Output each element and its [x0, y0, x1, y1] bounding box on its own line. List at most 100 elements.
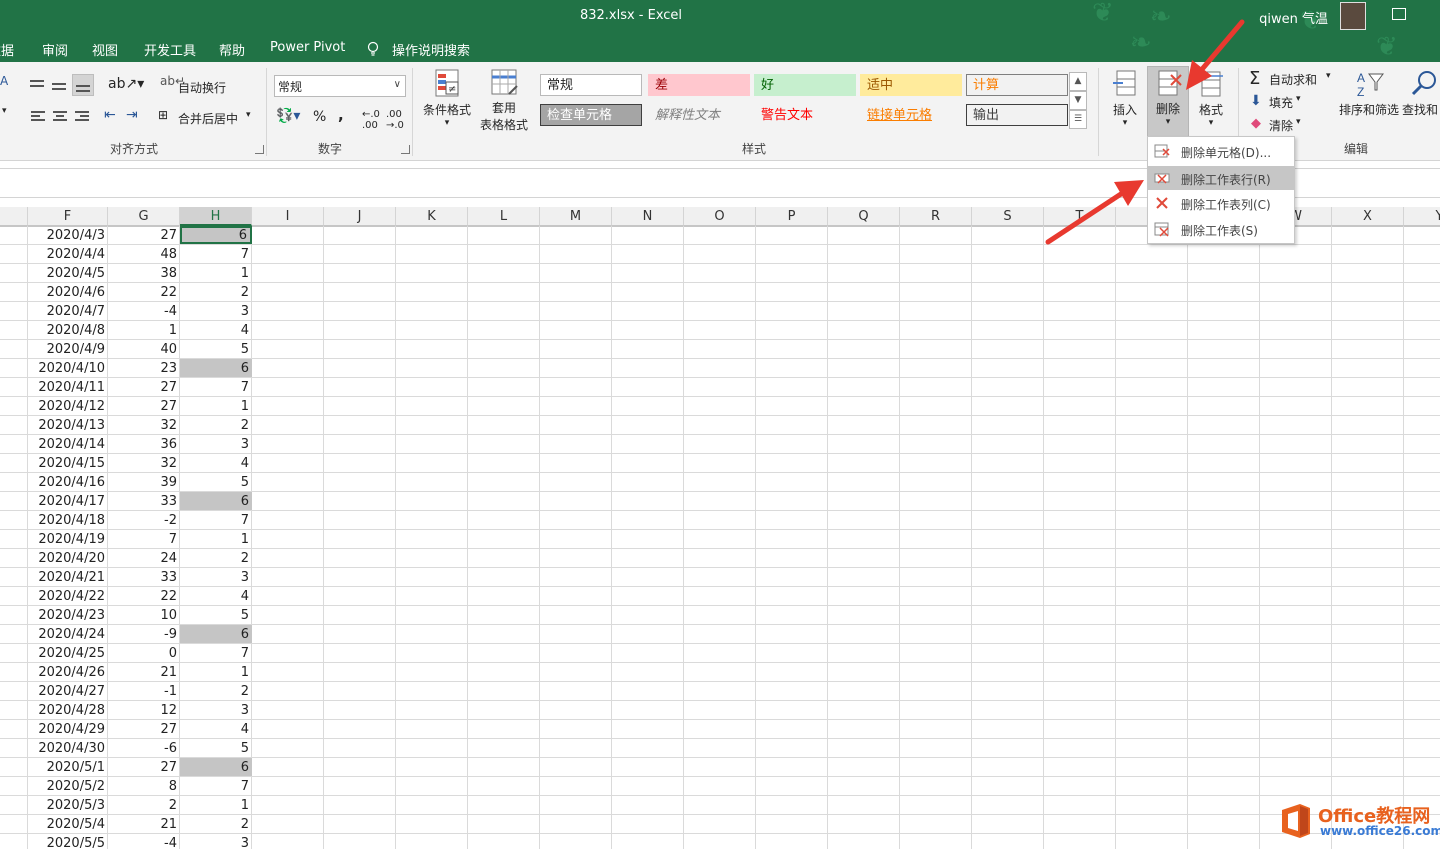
cell-date[interactable]: 2020/4/17: [28, 492, 108, 510]
cell-date[interactable]: 2020/4/6: [28, 283, 108, 301]
cell-group-number[interactable]: 4: [180, 587, 252, 605]
cell-value[interactable]: 23: [108, 359, 180, 377]
insert-cells-button[interactable]: 插入 ▾: [1106, 68, 1144, 138]
cell-group-number[interactable]: 4: [180, 454, 252, 472]
cell-value[interactable]: 21: [108, 663, 180, 681]
cell-value[interactable]: 36: [108, 435, 180, 453]
cell-value[interactable]: 33: [108, 568, 180, 586]
cell-date[interactable]: 2020/4/23: [28, 606, 108, 624]
tab-data[interactable]: 数据: [0, 40, 14, 59]
column-header-n[interactable]: N: [612, 207, 684, 226]
alignment-launcher-button[interactable]: [255, 145, 264, 154]
cell-date[interactable]: 2020/4/14: [28, 435, 108, 453]
sort-filter-button[interactable]: AZ 排序和筛选: [1338, 68, 1400, 138]
cell-date[interactable]: 2020/4/12: [28, 397, 108, 415]
cell-value[interactable]: -4: [108, 302, 180, 320]
cell-group-number[interactable]: 4: [180, 720, 252, 738]
cell-value[interactable]: 27: [108, 720, 180, 738]
chevron-down-icon[interactable]: ▾: [246, 110, 251, 120]
style-bad[interactable]: 差: [648, 74, 750, 96]
find-select-button[interactable]: 查找和: [1402, 68, 1440, 138]
cell-date[interactable]: 2020/4/21: [28, 568, 108, 586]
cell-group-number[interactable]: 7: [180, 245, 252, 263]
cell-group-number[interactable]: 3: [180, 435, 252, 453]
cell-date[interactable]: 2020/5/1: [28, 758, 108, 776]
cell-highlighted[interactable]: 6: [180, 492, 252, 510]
column-header-e[interactable]: [0, 207, 28, 226]
cell-date[interactable]: 2020/4/28: [28, 701, 108, 719]
tab-power-pivot[interactable]: Power Pivot: [270, 40, 345, 55]
tab-developer[interactable]: 开发工具: [144, 40, 196, 59]
cell-highlighted[interactable]: 6: [180, 226, 252, 244]
column-header-x[interactable]: X: [1332, 207, 1404, 226]
cell-group-number[interactable]: 5: [180, 606, 252, 624]
align-middle-button[interactable]: [52, 78, 68, 92]
tab-help[interactable]: 帮助: [219, 40, 245, 59]
cell-value[interactable]: -9: [108, 625, 180, 643]
cell-date[interactable]: 2020/4/24: [28, 625, 108, 643]
column-header-g[interactable]: G: [108, 207, 180, 226]
cell-value[interactable]: 32: [108, 454, 180, 472]
cell-value[interactable]: 27: [108, 226, 180, 244]
cell-group-number[interactable]: 7: [180, 777, 252, 795]
align-right-button[interactable]: [75, 110, 91, 124]
cell-group-number[interactable]: 2: [180, 416, 252, 434]
column-header-q[interactable]: Q: [828, 207, 900, 226]
column-header-p[interactable]: P: [756, 207, 828, 226]
cell-group-number[interactable]: 5: [180, 473, 252, 491]
cell-group-number[interactable]: 3: [180, 568, 252, 586]
conditional-formatting-button[interactable]: ≠ 条件格式 ▾: [420, 68, 474, 138]
cell-date[interactable]: 2020/4/25: [28, 644, 108, 662]
cell-date[interactable]: 2020/4/11: [28, 378, 108, 396]
cell-group-number[interactable]: 1: [180, 796, 252, 814]
cell-value[interactable]: 33: [108, 492, 180, 510]
cell-value[interactable]: 27: [108, 397, 180, 415]
cell-group-number[interactable]: 2: [180, 549, 252, 567]
decrease-indent-button[interactable]: ⇤: [104, 107, 116, 123]
cell-date[interactable]: 2020/5/2: [28, 777, 108, 795]
autosum-button[interactable]: 自动求和: [1269, 71, 1317, 88]
cell-value[interactable]: 2: [108, 796, 180, 814]
account-name[interactable]: qiwen 气温: [1259, 8, 1328, 27]
cell-highlighted[interactable]: 6: [180, 625, 252, 643]
cell-value[interactable]: 1: [108, 321, 180, 339]
cell-value[interactable]: 12: [108, 701, 180, 719]
cell-value[interactable]: -1: [108, 682, 180, 700]
cell-group-number[interactable]: 7: [180, 644, 252, 662]
fill-button[interactable]: 填充: [1269, 94, 1293, 111]
column-header-m[interactable]: M: [540, 207, 612, 226]
cell-date[interactable]: 2020/5/4: [28, 815, 108, 833]
cell-date[interactable]: 2020/4/13: [28, 416, 108, 434]
column-header-j[interactable]: J: [324, 207, 396, 226]
tell-me-search[interactable]: 操作说明搜索: [392, 40, 470, 59]
cell-highlighted[interactable]: 6: [180, 758, 252, 776]
cell-date[interactable]: 2020/4/8: [28, 321, 108, 339]
cell-group-number[interactable]: 4: [180, 321, 252, 339]
cell-date[interactable]: 2020/4/15: [28, 454, 108, 472]
cell-value[interactable]: 38: [108, 264, 180, 282]
style-check-cell[interactable]: 检查单元格: [540, 104, 642, 126]
cell-value[interactable]: -6: [108, 739, 180, 757]
cell-date[interactable]: 2020/4/26: [28, 663, 108, 681]
number-format-select[interactable]: 常规 ∨: [274, 75, 406, 97]
cell-date[interactable]: 2020/4/22: [28, 587, 108, 605]
cell-date[interactable]: 2020/4/27: [28, 682, 108, 700]
cell-date[interactable]: 2020/4/18: [28, 511, 108, 529]
orientation-button[interactable]: ab↗▾: [108, 76, 144, 92]
column-header-k[interactable]: K: [396, 207, 468, 226]
cell-date[interactable]: 2020/4/3: [28, 226, 108, 244]
accounting-format-button[interactable]: 💱▾: [276, 108, 300, 124]
decrease-decimal-button[interactable]: .00 →.0: [386, 109, 404, 131]
wrap-text-button[interactable]: 自动换行: [178, 79, 226, 96]
cell-group-number[interactable]: 3: [180, 834, 252, 849]
cell-highlighted[interactable]: 6: [180, 359, 252, 377]
gallery-scroll-down-button[interactable]: ▼: [1069, 91, 1087, 110]
cell-value[interactable]: 27: [108, 378, 180, 396]
cell-group-number[interactable]: 1: [180, 397, 252, 415]
cell-date[interactable]: 2020/4/30: [28, 739, 108, 757]
menu-item-delete-sheet[interactable]: 删除工作表(S): [1148, 217, 1294, 241]
cell-date[interactable]: 2020/4/7: [28, 302, 108, 320]
cell-group-number[interactable]: 5: [180, 340, 252, 358]
merge-center-button[interactable]: 合并后居中: [178, 110, 238, 127]
align-left-button[interactable]: [31, 110, 47, 124]
